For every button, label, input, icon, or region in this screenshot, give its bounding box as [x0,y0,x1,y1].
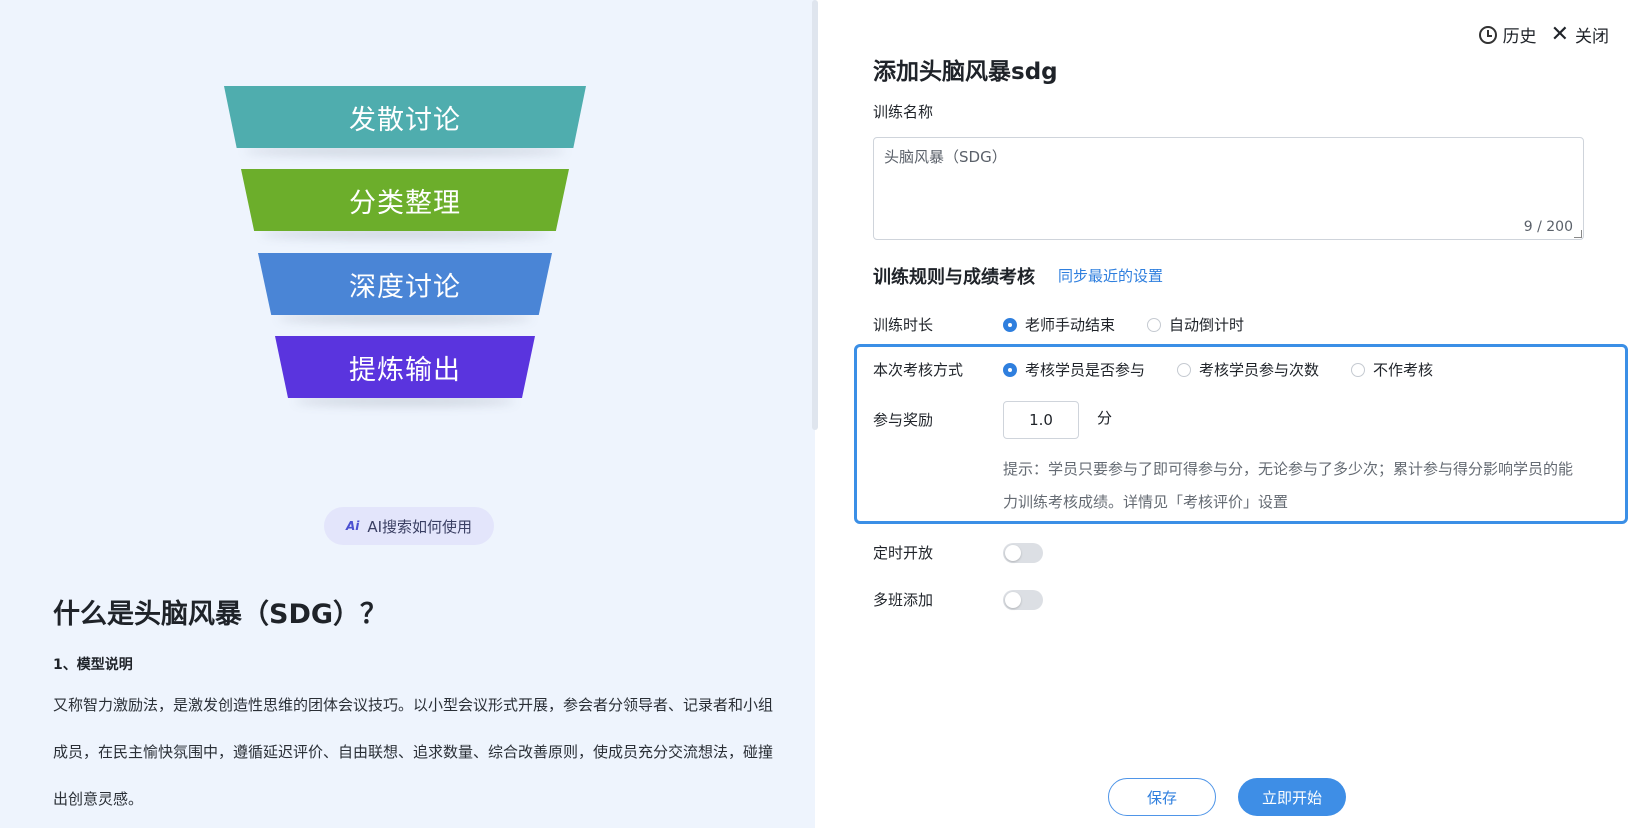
radio-label: 考核学员是否参与 [1025,361,1146,379]
form-panel: 历史 ✕ 关闭 添加头脑风暴sdg 训练名称 头脑风暴（SDG） 9 / 200… [818,0,1635,828]
funnel-step-deep: 深度讨论 [258,253,552,315]
radio-label: 不作考核 [1373,361,1434,379]
assess-label: 本次考核方式 [873,361,964,379]
history-icon [1478,25,1497,44]
reward-input[interactable]: 1.0 [1003,401,1079,439]
funnel-step-classify: 分类整理 [241,169,569,231]
duration-radio-group: 老师手动结束 自动倒计时 [1003,314,1244,335]
history-button[interactable]: 历史 [1478,22,1537,47]
name-value: 头脑风暴（SDG） [884,148,1007,166]
sync-settings-link[interactable]: 同步最近的设置 [1058,265,1163,286]
schedule-toggle[interactable] [1003,543,1043,563]
close-label: 关闭 [1575,27,1609,47]
start-now-button[interactable]: 立即开始 [1238,778,1346,816]
article-subtitle: 1、模型说明 [53,657,133,673]
reward-hint: 提示：学员只要参与了即可得参与分，无论参与了多少次；累计参与得分影响学员的能力训… [1003,460,1574,511]
ai-icon: Ai [345,519,360,533]
top-actions: 历史 ✕ 关闭 [1478,22,1609,47]
schedule-label: 定时开放 [873,544,934,562]
multi-class-toggle[interactable] [1003,590,1043,610]
radio-label: 自动倒计时 [1169,316,1245,334]
radio-dot [1351,362,1366,377]
section-title: 训练规则与成绩考核 [873,267,1035,288]
radio-dot [1177,362,1192,377]
radio-countdown[interactable]: 自动倒计时 [1147,314,1244,335]
radio-manual-end[interactable]: 老师手动结束 [1003,314,1115,335]
radio-no-assess[interactable]: 不作考核 [1351,359,1433,380]
name-char-count: 9 / 200 [1523,219,1573,235]
ai-search-label: AI搜索如何使用 [367,517,473,536]
preview-panel: 发散讨论 分类整理 深度讨论 提炼输出 Ai AI搜索如何使用 什么是头脑风暴（… [0,0,815,828]
name-textarea[interactable]: 头脑风暴（SDG） 9 / 200 [873,137,1584,240]
resize-handle[interactable] [1574,230,1582,238]
reward-unit: 分 [1097,409,1113,427]
article-title: 什么是头脑风暴（SDG）？ [53,599,388,630]
radio-assess-participation[interactable]: 考核学员是否参与 [1003,359,1145,380]
funnel-step-output: 提炼输出 [275,336,535,398]
page-title: 添加头脑风暴sdg [873,59,1058,85]
ai-search-button[interactable]: Ai AI搜索如何使用 [324,507,494,545]
name-label: 训练名称 [873,103,934,121]
reward-label: 参与奖励 [873,411,934,429]
history-label: 历史 [1502,27,1537,47]
close-icon: ✕ [1550,21,1569,47]
funnel-step-diverge: 发散讨论 [224,86,586,148]
radio-dot [1147,317,1162,332]
article-paragraph: 又称智力激励法，是激发创造性思维的团体会议技巧。以小型会议形式开展，参会者分领导… [53,696,774,808]
multi-class-label: 多班添加 [873,591,934,609]
close-button[interactable]: ✕ 关闭 [1551,22,1609,47]
radio-label: 考核学员参与次数 [1199,361,1320,379]
assess-radio-group: 考核学员是否参与 考核学员参与次数 不作考核 [1003,359,1433,380]
duration-label: 训练时长 [873,316,934,334]
save-button[interactable]: 保存 [1108,778,1216,816]
radio-dot [1003,317,1017,332]
radio-dot [1003,362,1017,377]
radio-label: 老师手动结束 [1025,316,1116,334]
radio-assess-count[interactable]: 考核学员参与次数 [1177,359,1319,380]
